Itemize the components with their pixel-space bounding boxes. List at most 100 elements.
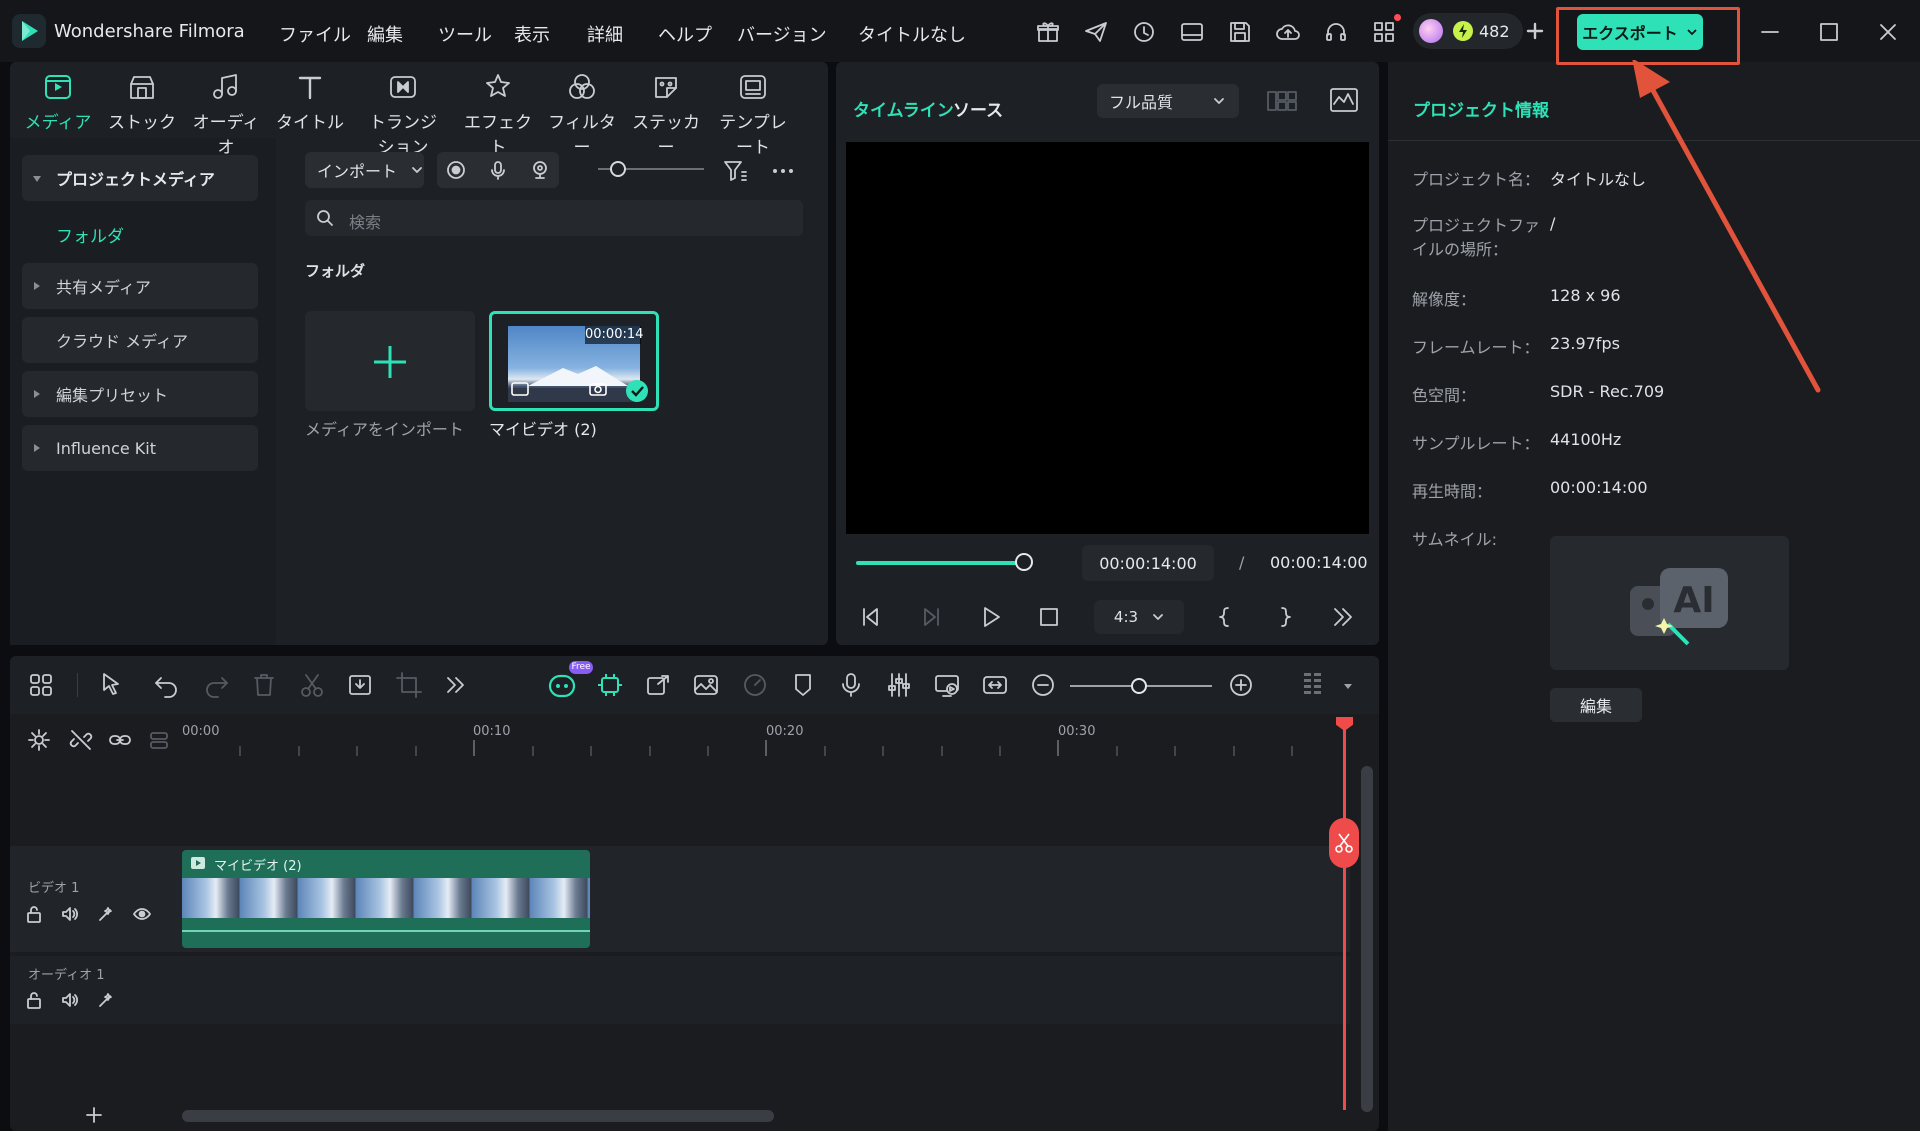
import-dropdown[interactable]: インポート (305, 152, 424, 188)
menu-version[interactable]: バージョン (737, 21, 827, 47)
track-lock-icon[interactable] (24, 904, 44, 924)
add-track-icon[interactable] (85, 1106, 103, 1124)
timeline-ruler[interactable]: 00:00 00:10 00:20 00:30 (182, 716, 1352, 756)
voiceover-icon[interactable] (836, 670, 866, 700)
more-options-icon[interactable] (770, 158, 796, 184)
tab-transitions[interactable]: トランジション (363, 70, 443, 158)
cloud-upload-icon[interactable] (1275, 19, 1301, 45)
stop-icon[interactable] (1036, 604, 1062, 630)
timeline-options-caret-icon[interactable] (1342, 680, 1354, 692)
save-icon[interactable] (1227, 19, 1253, 45)
screen-record-icon[interactable] (932, 670, 962, 700)
link-icon[interactable] (107, 727, 133, 753)
menu-file[interactable]: ファイル (279, 21, 351, 47)
history-icon[interactable] (1131, 19, 1157, 45)
track-volume-icon[interactable] (60, 904, 80, 924)
track-visibility-icon[interactable] (132, 904, 152, 924)
sidebar-item-cloud-media[interactable]: クラウド メディア (22, 317, 258, 363)
preview-progress-track[interactable] (856, 561, 1026, 565)
undo-icon[interactable] (152, 670, 182, 700)
fit-timeline-icon[interactable] (980, 670, 1010, 700)
delete-icon[interactable] (249, 670, 279, 700)
tab-titles[interactable]: タイトル (270, 70, 350, 133)
gift-icon[interactable] (1035, 19, 1061, 45)
zoom-in-icon[interactable] (1226, 670, 1256, 700)
send-icon[interactable] (1083, 19, 1109, 45)
record-screen-icon[interactable] (445, 159, 467, 181)
audio-lock-icon[interactable] (24, 990, 44, 1010)
video-clip[interactable]: マイビデオ (2) (182, 850, 590, 948)
credits-pill[interactable]: 482 (1413, 13, 1523, 49)
tab-timeline[interactable]: タイムライン (853, 96, 954, 121)
tab-templates[interactable]: テンプレート (713, 70, 793, 158)
menu-advanced[interactable]: 詳細 (587, 21, 623, 47)
ai-image-icon[interactable] (691, 670, 721, 700)
next-frame-icon[interactable] (918, 604, 944, 630)
maximize-icon[interactable] (1816, 19, 1842, 45)
unlink-icon[interactable] (68, 727, 94, 753)
tab-stock[interactable]: ストック (102, 70, 182, 133)
scope-icon[interactable] (1329, 86, 1359, 114)
import-media-tile[interactable] (305, 311, 475, 411)
grid-view-icon[interactable] (1266, 88, 1298, 114)
minimize-icon[interactable] (1757, 19, 1783, 45)
sidebar-item-shared-media[interactable]: 共有メディア (22, 263, 258, 309)
scissors-icon[interactable] (297, 670, 327, 700)
redo-icon[interactable] (201, 670, 231, 700)
ai-copilot-icon[interactable] (547, 670, 577, 700)
sidebar-item-folder[interactable]: フォルダ (56, 222, 124, 247)
tab-stickers[interactable]: ステッカー (626, 70, 706, 158)
mark-in-icon[interactable] (1212, 604, 1238, 630)
playhead-line[interactable] (1343, 724, 1346, 1110)
export-clip-icon[interactable] (643, 670, 673, 700)
mark-out-icon[interactable] (1272, 604, 1298, 630)
apps-grid-icon[interactable] (1371, 19, 1397, 45)
tab-effects[interactable]: エフェクト (458, 70, 538, 158)
tab-media[interactable]: メディア (18, 70, 98, 133)
sidebar-item-edit-presets[interactable]: 編集プリセット (22, 371, 258, 417)
add-credits-icon[interactable] (1525, 21, 1545, 41)
select-cursor-icon[interactable] (98, 670, 128, 700)
media-clip-thumbnail[interactable]: 00:00:14 (489, 311, 659, 411)
more-tools-icon[interactable] (441, 670, 471, 700)
sidebar-item-influence-kit[interactable]: Influence Kit (22, 425, 258, 471)
preview-scrub-handle[interactable] (1015, 553, 1033, 571)
filter-icon[interactable] (722, 158, 748, 184)
close-icon[interactable] (1875, 19, 1901, 45)
menu-view[interactable]: 表示 (514, 21, 550, 47)
quality-dropdown[interactable]: フル品質 (1097, 84, 1239, 118)
tab-filters[interactable]: フィルター (542, 70, 622, 158)
aspect-ratio-dropdown[interactable]: 4:3 (1094, 600, 1184, 634)
tab-audio[interactable]: オーディオ (186, 70, 266, 158)
headset-icon[interactable] (1323, 19, 1349, 45)
crop-icon[interactable] (394, 670, 424, 700)
auto-reframe-icon[interactable] (595, 670, 625, 700)
thumbnail-edit-button[interactable]: 編集 (1550, 688, 1642, 722)
group-icon[interactable] (146, 727, 172, 753)
layout-panels-icon[interactable] (26, 670, 56, 700)
timeline-horizontal-scrollbar[interactable] (182, 1110, 774, 1122)
speed-icon[interactable] (740, 670, 770, 700)
search-input[interactable]: 検索 (305, 200, 803, 236)
audio-mixer-icon[interactable] (884, 670, 914, 700)
track-height-icon[interactable] (1298, 670, 1328, 700)
zoom-out-icon[interactable] (1028, 670, 1058, 700)
avatar[interactable] (1419, 19, 1443, 43)
thumb-size-handle[interactable] (610, 161, 626, 177)
webcam-icon[interactable] (529, 159, 551, 181)
audio-volume-icon[interactable] (60, 990, 80, 1010)
marker-icon[interactable] (788, 670, 818, 700)
timeline-vertical-scrollbar[interactable] (1361, 766, 1373, 1112)
preview-canvas[interactable] (846, 142, 1369, 534)
play-icon[interactable] (978, 604, 1004, 630)
current-time-field[interactable]: 00:00:14:00 (1082, 545, 1214, 581)
previous-frame-icon[interactable] (858, 604, 884, 630)
track-effects-icon[interactable] (96, 904, 116, 924)
extract-audio-icon[interactable] (345, 670, 375, 700)
menu-help[interactable]: ヘルプ (658, 21, 712, 47)
tab-source[interactable]: ソース (953, 96, 1003, 121)
microphone-icon[interactable] (487, 159, 509, 181)
more-controls-icon[interactable] (1330, 604, 1356, 630)
menu-tools[interactable]: ツール (438, 21, 492, 47)
audio-effects-icon[interactable] (96, 990, 116, 1010)
